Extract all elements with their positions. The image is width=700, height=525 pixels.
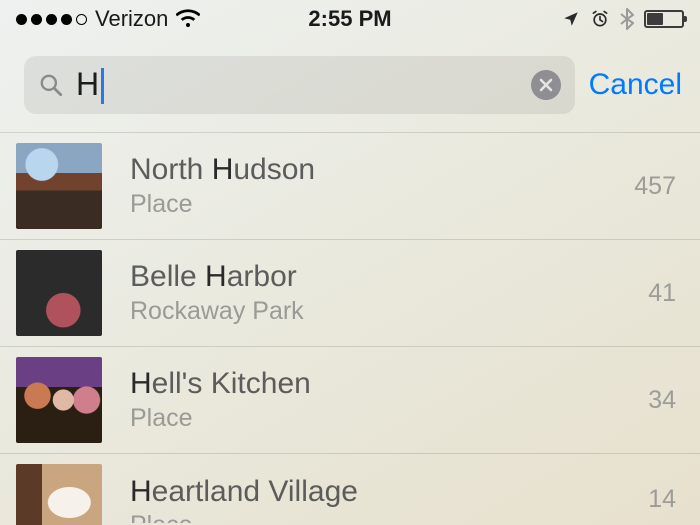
carrier-label: Verizon (95, 6, 168, 32)
result-title: North Hudson (130, 153, 604, 188)
battery-icon (644, 10, 684, 28)
result-thumbnail (16, 143, 102, 229)
result-count: 14 (632, 485, 676, 514)
bluetooth-icon (620, 8, 634, 30)
signal-strength-icon (16, 14, 87, 25)
result-thumbnail (16, 357, 102, 443)
result-row[interactable]: North Hudson Place 457 (0, 132, 700, 239)
result-title: Hell's Kitchen (130, 367, 604, 402)
result-count: 41 (632, 279, 676, 308)
result-title: Belle Harbor (130, 260, 604, 295)
clear-search-button[interactable] (531, 70, 561, 100)
search-input[interactable]: H (76, 66, 519, 105)
result-subtitle: Place (130, 404, 604, 433)
result-subtitle: Rockaway Park (130, 297, 604, 326)
results-list: North Hudson Place 457 Belle Harbor Rock… (0, 132, 700, 525)
result-row[interactable]: Hell's Kitchen Place 34 (0, 346, 700, 453)
result-subtitle: Place (130, 190, 604, 219)
location-icon (562, 10, 580, 28)
result-row[interactable]: Belle Harbor Rockaway Park 41 (0, 239, 700, 346)
alarm-icon (590, 9, 610, 29)
result-text: Belle Harbor Rockaway Park (130, 260, 604, 326)
status-left: Verizon (16, 6, 239, 32)
status-right (461, 8, 684, 30)
result-text: North Hudson Place (130, 153, 604, 219)
text-cursor (101, 68, 104, 104)
result-count: 34 (632, 386, 676, 415)
search-bar: H Cancel (0, 38, 700, 132)
result-count: 457 (632, 172, 676, 201)
search-icon (38, 72, 64, 98)
wifi-icon (176, 9, 200, 29)
search-query-text: H (76, 66, 99, 102)
cancel-button[interactable]: Cancel (589, 68, 682, 102)
clock: 2:55 PM (239, 6, 462, 32)
result-text: Heartland Village Place (130, 475, 604, 524)
result-subtitle: Place (130, 511, 604, 523)
result-thumbnail (16, 464, 102, 525)
result-thumbnail (16, 250, 102, 336)
result-title: Heartland Village (130, 475, 604, 510)
status-bar: Verizon 2:55 PM (0, 0, 700, 38)
result-row[interactable]: Heartland Village Place 14 (0, 453, 700, 525)
result-text: Hell's Kitchen Place (130, 367, 604, 433)
search-field[interactable]: H (24, 56, 575, 114)
